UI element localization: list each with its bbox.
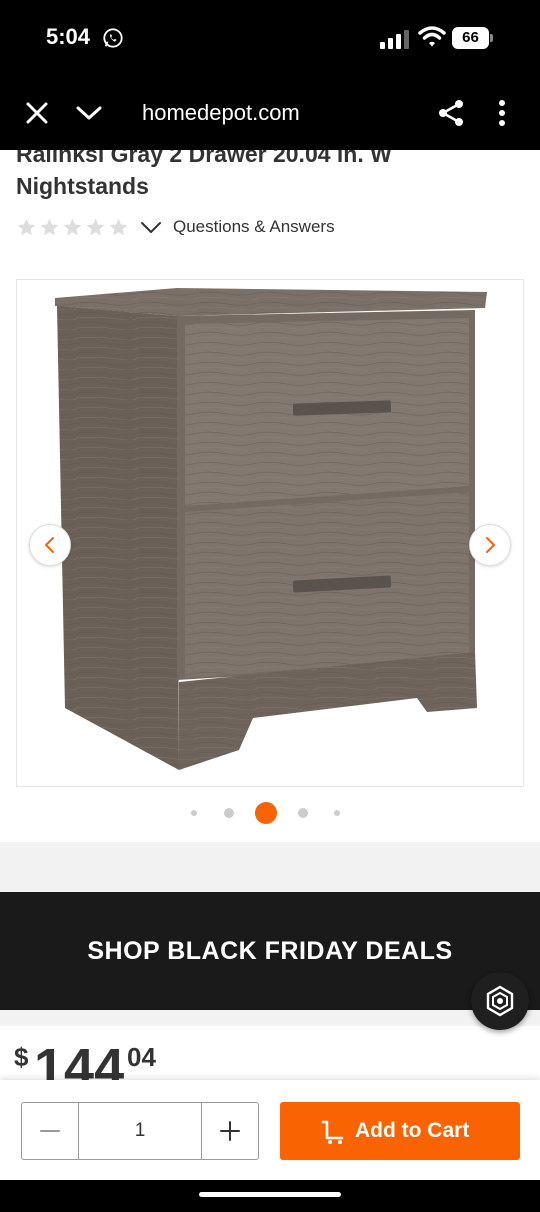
home-indicator-area (0, 1180, 540, 1212)
share-icon[interactable] (436, 98, 466, 128)
gallery-dot[interactable] (224, 808, 234, 818)
chevron-right-icon (486, 537, 495, 553)
star-icon (63, 218, 82, 235)
next-image-button[interactable] (469, 524, 511, 566)
chevron-left-icon (45, 537, 54, 553)
add-to-cart-label: Add to Cart (355, 1119, 470, 1142)
star-icon (86, 218, 105, 235)
browser-url[interactable]: homedepot.com (142, 100, 300, 126)
questions-answers-link[interactable]: Questions & Answers (173, 217, 335, 237)
gallery-dot[interactable] (334, 810, 340, 816)
chevron-down-icon[interactable] (76, 100, 102, 126)
gallery-dot[interactable] (191, 810, 197, 816)
close-icon[interactable] (24, 100, 50, 126)
gallery-dot[interactable] (298, 808, 308, 818)
price-cents: 04 (127, 1042, 156, 1072)
gallery-dot-active[interactable] (255, 802, 277, 824)
chevron-down-icon[interactable] (139, 215, 163, 239)
battery-level: 66 (452, 27, 489, 49)
product-title: Ralinksi Gray 2 Drawer 20.04 in. W Night… (16, 150, 392, 199)
gallery-pagination (0, 800, 540, 826)
add-to-cart-bar: Add to Cart (0, 1080, 540, 1180)
status-bar: 5:04 66 (0, 0, 540, 78)
black-friday-banner[interactable]: SHOP BLACK FRIDAY DEALS (0, 892, 540, 1010)
section-divider (0, 1010, 540, 1026)
cart-icon (321, 1120, 344, 1144)
assistant-icon (486, 985, 514, 1017)
signal-icon (380, 30, 409, 49)
quantity-input[interactable] (78, 1103, 202, 1159)
status-time: 5:04 (46, 24, 91, 49)
whatsapp-icon (103, 28, 123, 48)
rating-row[interactable]: Questions & Answers (16, 214, 335, 240)
price-currency: $ (14, 1042, 29, 1072)
decrease-quantity-button[interactable] (22, 1103, 78, 1159)
nightstand-image (55, 288, 487, 770)
battery-icon: 66 (452, 27, 494, 49)
minus-icon (40, 1130, 60, 1132)
plus-icon (220, 1121, 240, 1141)
browser-toolbar: homedepot.com (0, 78, 540, 150)
increase-quantity-button[interactable] (202, 1103, 258, 1159)
previous-image-button[interactable] (29, 524, 71, 566)
quantity-stepper (21, 1102, 259, 1160)
add-to-cart-button[interactable]: Add to Cart (280, 1102, 520, 1160)
product-page: Ralinksi Gray 2 Drawer 20.04 in. W Night… (0, 150, 540, 1180)
wifi-icon (418, 26, 446, 47)
home-indicator[interactable] (199, 1192, 341, 1197)
chat-assistant-button[interactable] (471, 972, 529, 1030)
product-image-gallery[interactable] (16, 279, 524, 787)
star-icon (17, 218, 36, 235)
star-icon (40, 218, 59, 235)
section-divider (0, 842, 540, 892)
star-icon (109, 218, 128, 235)
more-options-icon[interactable] (490, 98, 514, 128)
